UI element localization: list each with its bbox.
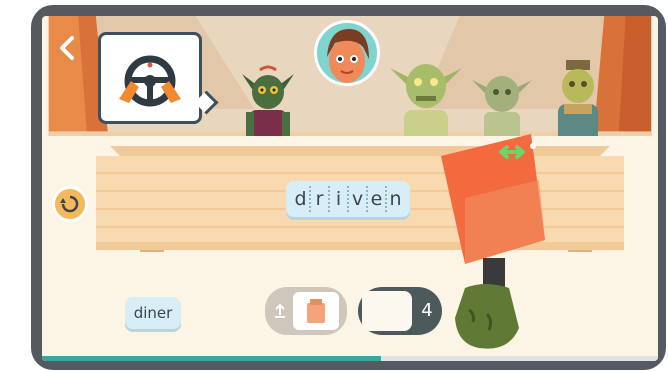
chevron-left-icon <box>60 36 74 60</box>
progress-track <box>42 356 658 361</box>
letter-tile[interactable]: v <box>349 186 368 212</box>
goblin-character <box>242 65 294 146</box>
draw-pile-card <box>293 292 339 330</box>
cleaver-tool[interactable] <box>435 128 555 361</box>
counter-card <box>362 291 412 331</box>
letter-tile[interactable]: d <box>292 186 311 212</box>
reset-button[interactable] <box>52 186 88 222</box>
letter-tile[interactable]: i <box>330 186 349 212</box>
reset-icon <box>60 195 79 213</box>
steering-wheel-icon <box>119 55 181 107</box>
prompt-speech-bubble[interactable] <box>98 32 202 124</box>
draw-pile[interactable] <box>265 287 347 335</box>
device-frame: d r i v e n diner 4 <box>31 5 666 370</box>
game-screen: d r i v e n diner 4 <box>42 16 658 361</box>
progress-fill <box>42 356 381 361</box>
letter-tile[interactable]: n <box>387 186 404 212</box>
letter-tile[interactable]: e <box>368 186 387 212</box>
upload-arrow-icon <box>275 303 285 318</box>
word-chip-diner[interactable]: diner <box>125 297 181 329</box>
back-button[interactable] <box>54 34 82 62</box>
paper-bag-icon <box>307 299 325 323</box>
player-avatar <box>314 20 380 86</box>
remaining-counter[interactable]: 4 <box>358 287 442 335</box>
hooded-goblin-character <box>558 60 598 148</box>
letter-tile[interactable]: r <box>311 186 330 212</box>
assembled-word[interactable]: d r i v e n <box>286 181 410 217</box>
